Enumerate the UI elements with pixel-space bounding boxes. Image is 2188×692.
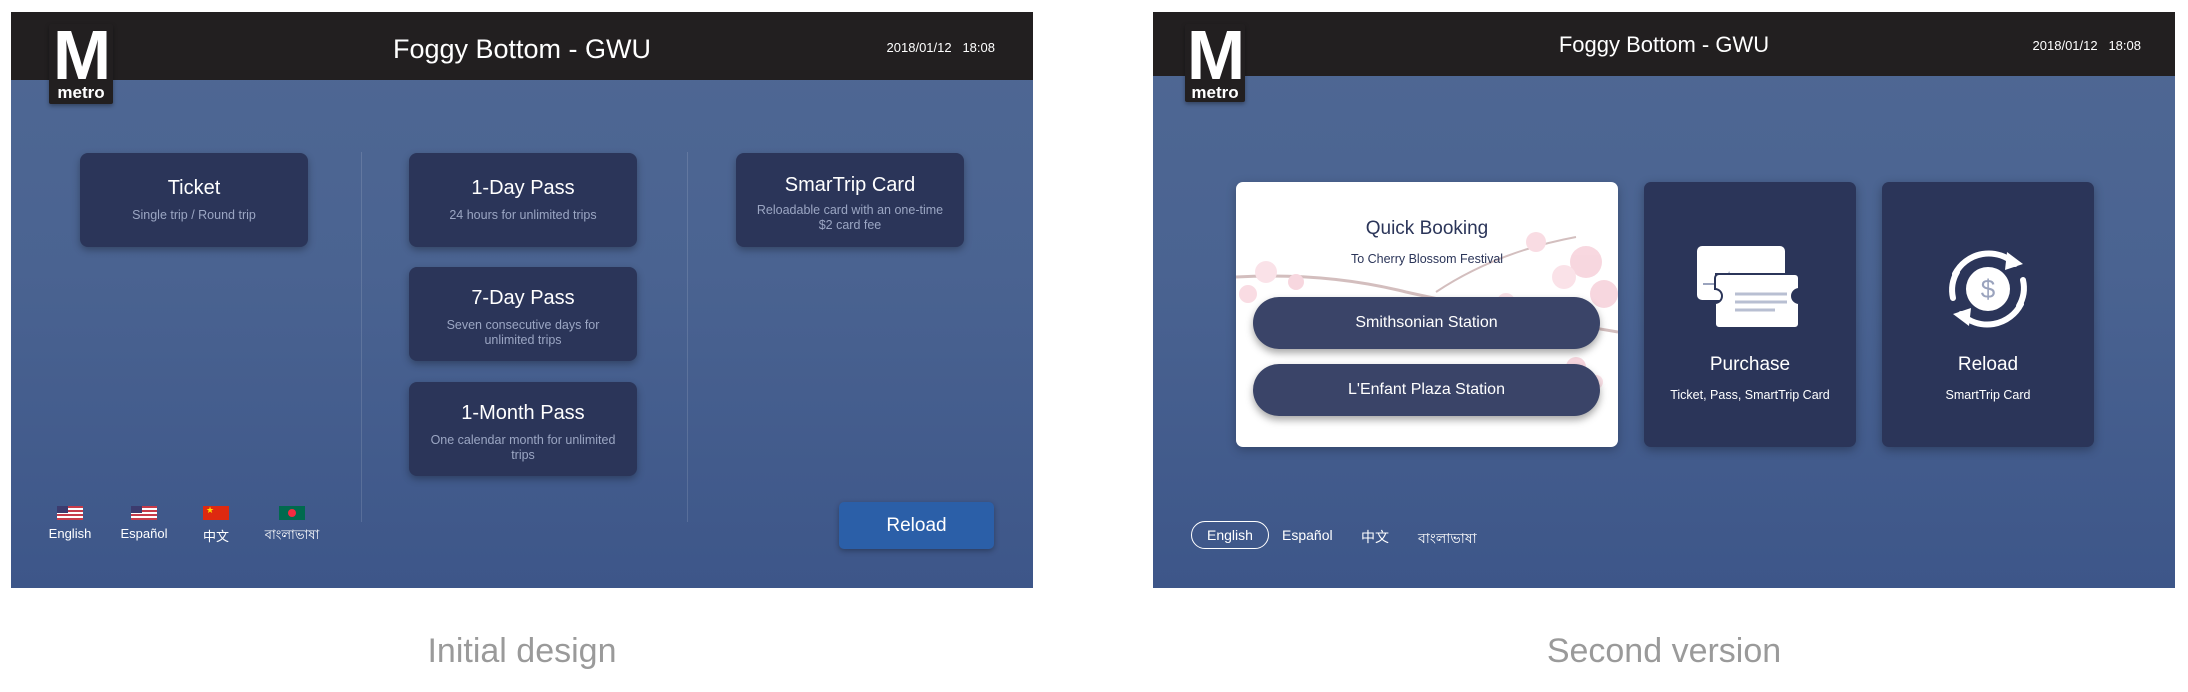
ticket-icon bbox=[1697, 246, 1800, 329]
card-title: SmarTrip Card bbox=[784, 174, 916, 196]
language-espanol[interactable]: Español bbox=[1282, 527, 1333, 543]
card-subtitle: One calendar month for unlimited trips bbox=[430, 433, 616, 462]
logo-letter: M bbox=[52, 16, 111, 94]
language-label: Español bbox=[120, 526, 168, 541]
reload-card[interactable]: $ Reload SmartTrip Card bbox=[1882, 182, 2094, 447]
logo-word: metro bbox=[57, 83, 105, 102]
initial-design-caption: Initial design bbox=[427, 632, 617, 670]
language-label: 中文 bbox=[202, 529, 229, 544]
column-divider bbox=[687, 152, 688, 522]
card-subtitle: Single trip / Round trip bbox=[132, 208, 256, 222]
one-day-pass-card[interactable]: 1-Day Pass 24 hours for unlimited trips bbox=[409, 153, 637, 247]
smartrip-card-card[interactable]: SmarTrip Card Reloadable card with an on… bbox=[736, 153, 964, 247]
second-version-screen: Foggy Bottom - GWU 2018/01/12 18:08 M me… bbox=[1153, 12, 2175, 588]
language-label: English bbox=[48, 526, 92, 541]
reload-title: Reload bbox=[1957, 354, 2019, 375]
card-subtitle: Reloadable card with an one-time $2 card… bbox=[756, 203, 944, 232]
date-text: 2018/01/12 bbox=[2032, 38, 2098, 53]
purchase-card[interactable]: Purchase Ticket, Pass, SmartTrip Card bbox=[1644, 182, 1856, 447]
metro-logo: M metro bbox=[1185, 16, 1245, 102]
language-english[interactable]: English bbox=[1191, 521, 1269, 549]
lenfant-plaza-station-button[interactable]: L'Enfant Plaza Station bbox=[1253, 364, 1600, 416]
seven-day-pass-card[interactable]: 7-Day Pass Seven consecutive days for un… bbox=[409, 267, 637, 361]
language-chinese[interactable]: 中文 bbox=[181, 505, 251, 545]
time-text: 18:08 bbox=[2108, 38, 2141, 53]
second-version-caption: Second version bbox=[1546, 632, 1782, 670]
header-bar: Foggy Bottom - GWU 2018/01/12 18:08 bbox=[11, 12, 1033, 80]
date-text: 2018/01/12 bbox=[886, 40, 952, 55]
ticket-card[interactable]: Ticket Single trip / Round trip bbox=[80, 153, 308, 247]
language-espanol[interactable]: Español bbox=[109, 506, 179, 541]
card-title: 7-Day Pass bbox=[471, 287, 575, 309]
china-flag-icon bbox=[203, 505, 229, 520]
initial-design-screen: Foggy Bottom - GWU 2018/01/12 18:08 M me… bbox=[11, 12, 1033, 588]
header-bar: Foggy Bottom - GWU 2018/01/12 18:08 bbox=[1153, 12, 2175, 76]
purchase-title: Purchase bbox=[1709, 354, 1791, 375]
station-title: Foggy Bottom - GWU bbox=[1558, 32, 1770, 57]
language-bengali[interactable]: বাংলাভাষা bbox=[1418, 527, 1477, 551]
language-english[interactable]: English bbox=[35, 506, 105, 541]
card-title: 1-Day Pass bbox=[471, 177, 575, 199]
language-label: বাংলাভাষা bbox=[264, 527, 320, 542]
purchase-subtitle: Ticket, Pass, SmartTrip Card bbox=[1670, 388, 1830, 402]
time-text: 18:08 bbox=[962, 40, 995, 55]
bangladesh-flag-icon bbox=[279, 506, 305, 520]
card-subtitle: 24 hours for unlimited trips bbox=[449, 208, 597, 222]
svg-text:$: $ bbox=[1981, 274, 1996, 304]
station-title: Foggy Bottom - GWU bbox=[392, 34, 652, 64]
language-chinese[interactable]: 中文 bbox=[1361, 527, 1389, 547]
smithsonian-station-button[interactable]: Smithsonian Station bbox=[1253, 297, 1600, 349]
logo-word: metro bbox=[1191, 83, 1239, 102]
one-month-pass-card[interactable]: 1-Month Pass One calendar month for unli… bbox=[409, 382, 637, 476]
logo-letter: M bbox=[1186, 16, 1245, 94]
card-title: 1-Month Pass bbox=[461, 402, 585, 424]
language-bengali[interactable]: বাংলাভাষা bbox=[257, 506, 327, 547]
card-subtitle: Seven consecutive days for unlimited tri… bbox=[446, 318, 600, 347]
reload-dollar-icon: $ bbox=[1949, 250, 2027, 328]
column-divider bbox=[361, 152, 362, 522]
reload-button[interactable]: Reload bbox=[839, 502, 994, 549]
card-title: Ticket bbox=[167, 177, 221, 199]
quick-booking-title: Quick Booking bbox=[1365, 218, 1489, 239]
us-flag-icon bbox=[131, 506, 157, 520]
datetime: 2018/01/12 18:08 bbox=[2033, 38, 2141, 53]
us-flag-icon bbox=[57, 506, 83, 520]
quick-booking-subtitle: To Cherry Blossom Festival bbox=[1350, 252, 1504, 266]
metro-logo: M metro bbox=[49, 16, 113, 104]
quick-booking-card: Quick Booking To Cherry Blossom Festival… bbox=[1236, 182, 1618, 447]
reload-subtitle: SmartTrip Card bbox=[1945, 388, 2031, 402]
datetime: 2018/01/12 18:08 bbox=[887, 40, 995, 55]
